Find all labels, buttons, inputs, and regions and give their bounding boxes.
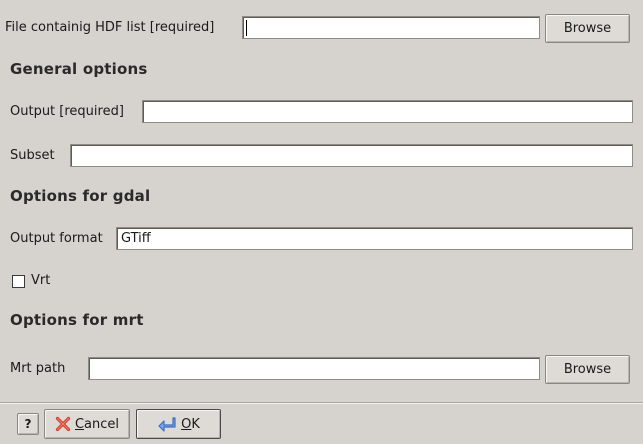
cancel-button-label: Cancel bbox=[74, 416, 120, 432]
hdf-list-input[interactable] bbox=[242, 16, 540, 39]
hdf-list-browse-button[interactable]: Browse bbox=[545, 14, 630, 43]
gdal-options-heading: Options for gdal bbox=[10, 187, 151, 205]
vrt-label: Vrt bbox=[31, 273, 51, 288]
mrt-path-label: Mrt path bbox=[10, 361, 66, 376]
cancel-button[interactable]: Cancel bbox=[44, 409, 130, 439]
mrt-options-heading: Options for mrt bbox=[10, 311, 144, 329]
subset-label: Subset bbox=[10, 148, 55, 163]
browse-button-label: Browse bbox=[563, 362, 612, 377]
mrt-path-browse-button[interactable]: Browse bbox=[545, 355, 630, 384]
text-caret bbox=[246, 20, 247, 36]
cancel-x-icon bbox=[55, 416, 71, 432]
vrt-checkbox[interactable] bbox=[12, 275, 25, 288]
hdf-list-label: File containig HDF list [required] bbox=[5, 20, 215, 35]
help-button[interactable]: ? bbox=[17, 413, 39, 435]
ok-button-label: OK bbox=[181, 416, 200, 432]
output-format-input[interactable]: GTiff bbox=[116, 227, 633, 250]
output-input[interactable] bbox=[142, 100, 633, 123]
subset-input[interactable] bbox=[70, 144, 633, 167]
general-options-heading: General options bbox=[10, 60, 148, 78]
ok-button[interactable]: OK bbox=[136, 409, 221, 439]
output-format-value: GTiff bbox=[121, 231, 151, 246]
output-format-label: Output format bbox=[10, 231, 103, 246]
browse-button-label: Browse bbox=[563, 21, 612, 36]
output-label: Output [required] bbox=[10, 104, 124, 119]
footer-divider bbox=[0, 402, 643, 404]
help-button-label: ? bbox=[24, 417, 32, 431]
enter-arrow-icon bbox=[158, 417, 176, 432]
mrt-path-input[interactable] bbox=[88, 357, 540, 380]
